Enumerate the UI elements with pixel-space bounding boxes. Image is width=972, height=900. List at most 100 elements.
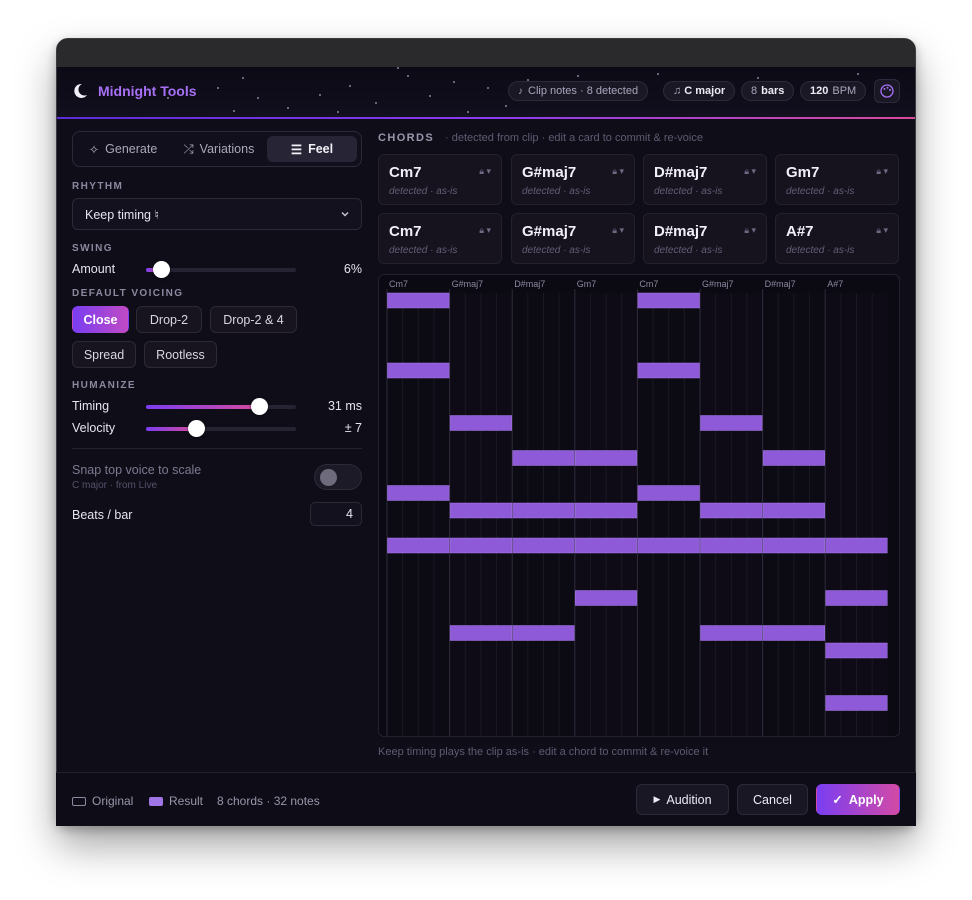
chord-sub: detected · as-is [786, 186, 855, 197]
tab-feel-label: Feel [308, 142, 334, 156]
tab-generate-label: Generate [105, 142, 158, 156]
key-pill[interactable]: ♫ C major [663, 81, 736, 101]
apply-button[interactable]: ✓ Apply [816, 784, 900, 815]
timing-slider[interactable] [146, 398, 296, 415]
note-block [700, 537, 763, 554]
piano-roll[interactable]: Cm7 G#maj7 D#maj7 Gm7 Cm7 G#maj7 D#maj7 A#7 [378, 274, 900, 737]
note-block [512, 502, 575, 519]
lock-icon[interactable]: 🔒︎ ▾ [876, 225, 888, 236]
lock-icon[interactable]: 🔒︎ ▾ [744, 225, 756, 236]
bpm-pill[interactable]: 120 BPM [800, 81, 867, 101]
velocity-knob[interactable] [187, 420, 205, 437]
humanize-label: HUMANIZE [72, 380, 136, 391]
footer-summary: 8 chords · 32 notes [217, 794, 320, 808]
clip-notes-pill[interactable]: ♪ Clip notes · 8 detected [508, 81, 649, 101]
legend-result: Result [149, 794, 203, 808]
velocity-label: Velocity [72, 421, 116, 435]
mode-tabs: ✧ Generate ⤮ Variations ☰ Feel [72, 131, 362, 167]
palette-icon [880, 84, 894, 98]
chord-name: G#maj7 [522, 223, 577, 240]
chords-title: CHORDS [378, 132, 435, 144]
voicing-spread-button[interactable]: Spread [72, 341, 136, 368]
palette-button[interactable] [874, 79, 900, 103]
music-note-icon: ♫ [673, 85, 682, 97]
key-value: C major [684, 85, 726, 97]
chord-card[interactable]: G#maj7 detected · as-is 🔒︎ ▾ [511, 154, 635, 205]
snap-toggle[interactable] [314, 464, 362, 490]
chord-card[interactable]: G#maj7 detected · as-is 🔒︎ ▾ [511, 213, 635, 264]
bpm-value: 120 [810, 85, 829, 97]
tab-generate[interactable]: ✧ Generate [77, 136, 169, 162]
chords-subtitle: · detected from clip · edit a card to co… [445, 132, 703, 144]
velocity-value: ± 7 [344, 421, 362, 435]
play-icon: ▶ [653, 794, 661, 804]
cancel-label: Cancel [753, 792, 792, 807]
note-block [449, 537, 512, 554]
bar-label: G#maj7 [452, 279, 484, 289]
chord-card[interactable]: Gm7 detected · as-is 🔒︎ ▾ [775, 154, 899, 205]
timing-knob[interactable] [250, 398, 268, 415]
swing-amount-knob[interactable] [153, 261, 170, 278]
timing-label: Timing [72, 399, 110, 413]
timing-value: 31 ms [327, 399, 362, 413]
voicing-drop24-button[interactable]: Drop-2 & 4 [210, 306, 297, 333]
chord-card[interactable]: A#7 detected · as-is 🔒︎ ▾ [775, 213, 899, 264]
voicing-rootless-label: Rootless [156, 347, 205, 362]
chord-card[interactable]: Cm7 detected · as-is 🔒︎ ▾ [378, 154, 502, 205]
swing-amount-slider[interactable] [146, 261, 296, 278]
lock-icon[interactable]: 🔒︎ ▾ [479, 166, 491, 177]
lock-icon[interactable]: 🔒︎ ▾ [479, 225, 491, 236]
lock-icon[interactable]: 🔒︎ ▾ [744, 166, 756, 177]
chord-sub: detected · as-is [389, 186, 458, 197]
note-block [387, 292, 450, 309]
chord-name: A#7 [786, 223, 814, 240]
lock-icon[interactable]: 🔒︎ ▾ [612, 166, 624, 177]
legend-original: Original [72, 794, 133, 808]
tab-feel[interactable]: ☰ Feel [267, 136, 357, 162]
note-block [825, 642, 888, 659]
legend-original-label: Original [92, 794, 134, 808]
voicing-close-button[interactable]: Close [72, 306, 129, 333]
note-block [387, 362, 450, 379]
velocity-slider[interactable] [146, 420, 296, 437]
voicing-label: DEFAULT VOICING [72, 288, 184, 299]
snap-sub: C major · from Live [72, 480, 158, 491]
note-block [575, 450, 638, 466]
chord-sub: detected · as-is [654, 245, 723, 256]
sparkle-icon: ✧ [88, 142, 100, 157]
bar-label: D#maj7 [765, 279, 796, 289]
beats-input[interactable]: 4 [310, 502, 362, 526]
chord-card[interactable]: D#maj7 detected · as-is 🔒︎ ▾ [643, 154, 767, 205]
note-block [637, 537, 700, 554]
tab-variations[interactable]: ⤮ Variations [173, 136, 265, 162]
bar-label: Cm7 [389, 279, 408, 289]
note-block [762, 450, 825, 466]
bars-pill[interactable]: 8 bars [741, 81, 795, 101]
note-block [449, 415, 512, 431]
bar-label: Cm7 [639, 279, 658, 289]
chord-name: G#maj7 [522, 164, 577, 181]
note-block [512, 537, 575, 554]
chord-card[interactable]: Cm7 detected · as-is 🔒︎ ▾ [378, 213, 502, 264]
note-block [825, 590, 888, 606]
voicing-drop2-label: Drop-2 [149, 312, 189, 327]
original-swatch-icon [72, 796, 86, 806]
apply-label: Apply [848, 792, 884, 807]
lock-icon[interactable]: 🔒︎ ▾ [612, 225, 624, 236]
swing-amount-value: 6% [343, 262, 362, 276]
rhythm-value: Keep timing ♮ [85, 207, 159, 222]
voicing-rootless-button[interactable]: Rootless [144, 341, 217, 368]
chord-name: Gm7 [786, 164, 820, 181]
chord-card[interactable]: D#maj7 detected · as-is 🔒︎ ▾ [643, 213, 767, 264]
note-icon: ♪ [518, 85, 523, 97]
voicing-drop24-label: Drop-2 & 4 [223, 312, 284, 327]
lock-icon[interactable]: 🔒︎ ▾ [876, 166, 888, 177]
snap-toggle-knob [320, 469, 337, 486]
audition-button[interactable]: ▶ Audition [636, 784, 729, 815]
cancel-button[interactable]: Cancel [737, 784, 808, 815]
note-block [637, 485, 700, 501]
note-block [575, 537, 638, 554]
shuffle-icon: ⤮ [183, 141, 194, 156]
voicing-drop2-button[interactable]: Drop-2 [136, 306, 202, 333]
rhythm-select[interactable]: Keep timing ♮ [72, 198, 362, 230]
